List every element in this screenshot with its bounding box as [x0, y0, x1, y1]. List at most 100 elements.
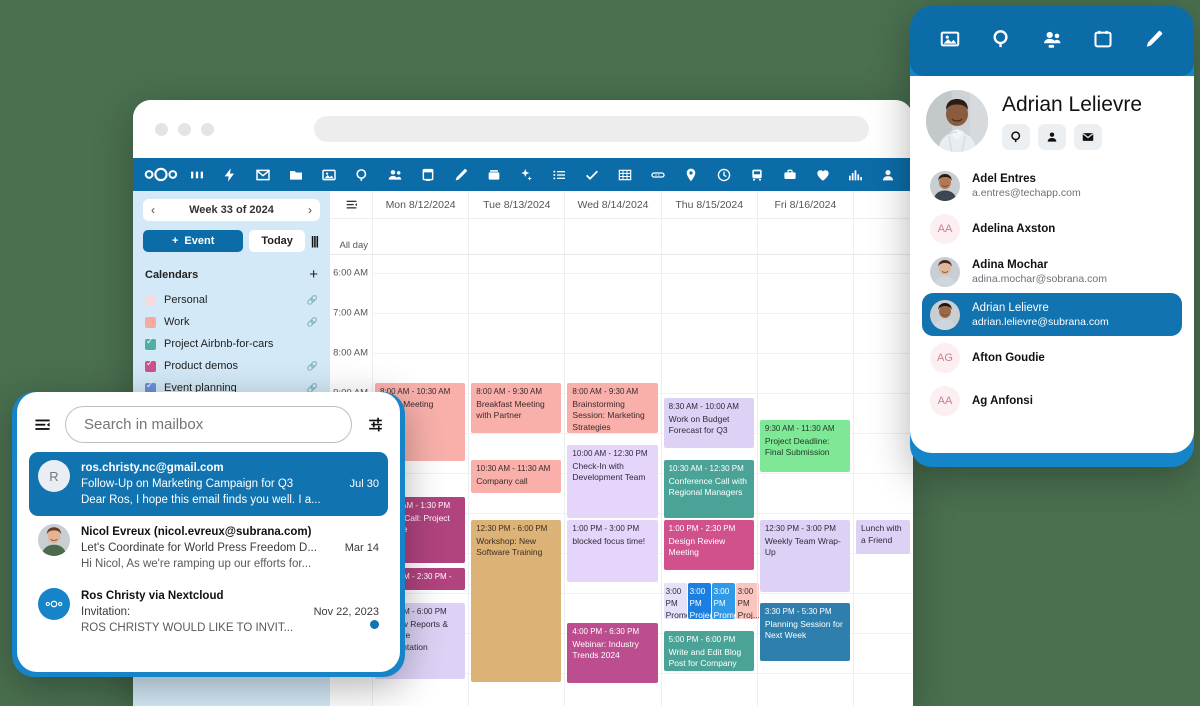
next-week-button[interactable]: › [308, 203, 312, 217]
analytics-icon[interactable] [839, 158, 872, 191]
calendar-event[interactable]: 4:00 PM - 6:30 PM Webinar: Industry Trend… [567, 623, 658, 683]
assistant-icon[interactable] [510, 158, 543, 191]
contact-list-item[interactable]: Adel Entres a.entres@techapp.com [922, 164, 1182, 207]
calendar-list-item[interactable]: Project Airbnb-for-cars [143, 333, 320, 355]
links-icon[interactable] [642, 158, 675, 191]
calendar-event[interactable]: 10:30 AM - 12:30 PM Conference Call with … [663, 460, 754, 518]
share-link-icon[interactable]: 🔗 [307, 361, 318, 372]
photos-icon[interactable] [313, 158, 346, 191]
calendar-event[interactable]: 8:00 AM - 9:30 AM Brainstorming Session: … [567, 383, 658, 433]
contacts-icon[interactable] [378, 158, 411, 191]
view-switch-button[interactable]: ||| [311, 234, 320, 248]
calendar-list-item[interactable]: Work 🔗 [143, 311, 320, 333]
contact-list-item[interactable]: AG Afton Goudie [922, 336, 1182, 379]
calendar-day-header[interactable]: Mon 8/12/2024 [372, 191, 468, 218]
calendar-event[interactable]: 3:00 PM Proj... Kick [735, 583, 759, 619]
calendar-checkbox[interactable] [145, 358, 156, 372]
all-day-cell[interactable] [372, 219, 468, 254]
all-day-cell[interactable] [564, 219, 660, 254]
dashboard-icon[interactable] [181, 158, 214, 191]
calendar-event[interactable]: 3:00 PM Promo banana [711, 583, 735, 619]
filter-settings-icon[interactable] [362, 416, 388, 433]
calendar-day-column[interactable]: 9:30 AM - 11:30 AM Project Deadline: Fina… [756, 255, 854, 706]
calendar-event[interactable]: 8:30 AM - 10:00 AM Work on Budget Forecas… [663, 398, 754, 448]
contact-list-item[interactable]: AA Adelina Axston [922, 207, 1182, 250]
user-avatar-icon[interactable] [872, 158, 905, 191]
calendar-checkbox[interactable] [145, 336, 156, 350]
tab-photos[interactable] [939, 28, 961, 55]
add-calendar-button[interactable]: + [309, 266, 318, 283]
health-icon[interactable] [806, 158, 839, 191]
calendar-day-column[interactable]: 8:00 AM - 9:30 AM Brainstorming Session: … [564, 255, 661, 706]
calendar-day-header-partial[interactable] [853, 191, 913, 218]
deck-icon[interactable] [477, 158, 510, 191]
calendar-checkbox[interactable] [145, 294, 156, 306]
today-button[interactable]: Today [249, 230, 305, 252]
tasks-icon[interactable] [543, 158, 576, 191]
calendar-checkbox[interactable] [145, 316, 156, 328]
calendar-event[interactable]: Lunch with a Friend [856, 520, 911, 554]
calendar-day-column[interactable]: 8:30 AM - 10:00 AM Work on Budget Forecas… [660, 255, 759, 706]
calendar-event[interactable]: 5:00 PM - 6:00 PM Write and Edit Blog Pos… [663, 631, 754, 671]
unread-indicator[interactable] [370, 620, 379, 629]
nextcloud-logo[interactable] [141, 167, 181, 182]
calendar-event[interactable]: 10:00 AM - 12:30 PM Check-In with Develop… [567, 445, 658, 518]
prev-week-button[interactable]: ‹ [151, 203, 155, 217]
all-day-cell[interactable] [756, 219, 853, 254]
calendar-event[interactable]: 3:00 PM Project Kickoff [687, 583, 711, 619]
share-link-icon[interactable]: 🔗 [307, 317, 318, 328]
calendar-day-header[interactable]: Tue 8/13/2024 [468, 191, 564, 218]
search-icon[interactable] [1002, 123, 1030, 150]
calendar-list-item[interactable]: Personal 🔗 [143, 289, 320, 311]
profile-icon[interactable] [1038, 123, 1066, 150]
tab-search[interactable] [990, 28, 1012, 55]
search-icon[interactable] [345, 158, 378, 191]
office-icon[interactable] [773, 158, 806, 191]
all-day-cell[interactable] [468, 219, 564, 254]
calendar-day-header[interactable]: Fri 8/16/2024 [756, 191, 853, 218]
calendar-event[interactable]: 12:30 PM - 6:00 PM Workshop: New Software… [471, 520, 562, 682]
notes-icon[interactable] [444, 158, 477, 191]
mail-icon[interactable] [1074, 123, 1102, 150]
mail-icon[interactable] [247, 158, 280, 191]
calendar-event[interactable]: 9:30 AM - 11:30 AM Project Deadline: Fina… [759, 420, 851, 472]
maps-icon[interactable] [674, 158, 707, 191]
week-navigator[interactable]: ‹ Week 33 of 2024 › [143, 199, 320, 221]
search-input[interactable]: Search in mailbox [65, 406, 352, 443]
calendar-event[interactable]: 3:00 PM Promo banana [663, 583, 687, 619]
calendar-day-column[interactable]: Lunch with a Friend [853, 255, 913, 706]
collapse-sidebar-icon[interactable] [29, 416, 55, 433]
all-day-cell-partial[interactable] [853, 219, 913, 254]
transport-icon[interactable] [740, 158, 773, 191]
contact-list-item[interactable]: Adina Mochar adina.mochar@sobrana.com [922, 250, 1182, 293]
maximize-button[interactable] [201, 122, 214, 136]
calendar-event[interactable]: 1:00 PM - 2:30 PM Design Review Meeting [663, 520, 754, 570]
window-controls[interactable] [155, 122, 214, 136]
share-link-icon[interactable]: 🔗 [307, 295, 318, 306]
calendar-event[interactable]: 12:30 PM - 3:00 PM Weekly Team Wrap-Up [759, 520, 851, 592]
calendar-event[interactable]: 1:00 PM - 3:00 PM blocked focus time! [567, 520, 658, 582]
checks-icon[interactable] [576, 158, 609, 191]
calendar-event[interactable]: 3:30 PM - 5:30 PM Planning Session for Ne… [759, 603, 851, 661]
mail-list-item[interactable]: Ros Christy via Nextcloud Invitation: Nov … [29, 580, 388, 644]
address-bar[interactable] [314, 116, 869, 142]
tables-icon[interactable] [609, 158, 642, 191]
all-day-cell[interactable] [660, 219, 757, 254]
tab-notes[interactable] [1143, 28, 1165, 55]
collapse-sidebar-icon[interactable] [330, 191, 372, 218]
calendar-event[interactable]: 8:00 AM - 9:30 AM Breakfast Meeting with … [471, 383, 562, 433]
new-event-button[interactable]: + Event [143, 230, 244, 252]
calendar-icon[interactable] [411, 158, 444, 191]
close-button[interactable] [155, 122, 168, 136]
contact-list-item[interactable]: AA Ag Anfonsi [922, 379, 1182, 422]
calendar-day-column[interactable]: 8:00 AM - 9:30 AM Breakfast Meeting with … [468, 255, 565, 706]
mail-list-item[interactable]: Rros.christy.nc@gmail.com Follow-Up on Ma… [29, 452, 388, 516]
calendar-day-header[interactable]: Wed 8/14/2024 [564, 191, 660, 218]
calendar-day-header[interactable]: Thu 8/15/2024 [660, 191, 757, 218]
activity-icon[interactable] [214, 158, 247, 191]
files-icon[interactable] [280, 158, 313, 191]
tab-contacts[interactable] [1041, 28, 1063, 55]
minimize-button[interactable] [178, 122, 191, 136]
mail-list-item[interactable]: Nicol Evreux (nicol.evreux@subrana.com) L… [29, 516, 388, 580]
calendar-list-item[interactable]: Product demos 🔗 [143, 355, 320, 377]
